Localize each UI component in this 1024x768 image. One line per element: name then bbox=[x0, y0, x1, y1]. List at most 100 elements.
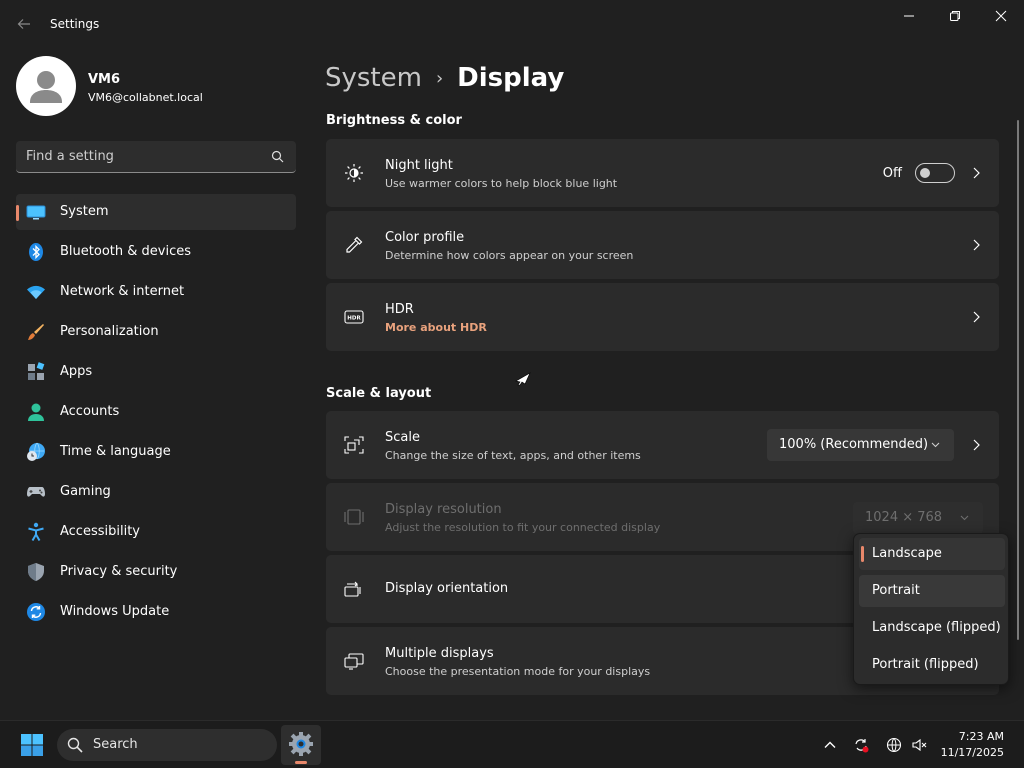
sync-icon[interactable] bbox=[853, 737, 869, 753]
breadcrumb-parent[interactable]: System bbox=[325, 63, 422, 93]
taskbar-settings-app[interactable] bbox=[281, 725, 321, 765]
resolution-select: 1024 × 768 bbox=[853, 502, 983, 534]
night-light-card[interactable]: Night light Use warmer colors to help bl… bbox=[326, 139, 999, 207]
night-light-state: Off bbox=[882, 166, 902, 181]
person-icon bbox=[28, 403, 44, 421]
toggle-knob bbox=[920, 168, 930, 178]
page-title: Display bbox=[457, 63, 565, 93]
sidebar-item-windows-update[interactable]: Windows Update bbox=[16, 594, 296, 630]
search-input[interactable] bbox=[16, 141, 266, 171]
option-label: Landscape (flipped) bbox=[872, 620, 1001, 635]
scale-title: Scale bbox=[385, 430, 420, 445]
close-button[interactable] bbox=[978, 0, 1024, 32]
multiple-displays-subtitle: Choose the presentation mode for your di… bbox=[385, 665, 651, 678]
night-light-subtitle: Use warmer colors to help block blue lig… bbox=[385, 177, 618, 190]
globe-clock-icon bbox=[27, 442, 45, 461]
hdr-card[interactable]: HDR HDR More about HDR bbox=[326, 283, 999, 351]
sidebar-item-label: Bluetooth & devices bbox=[60, 244, 191, 259]
settings-search[interactable] bbox=[16, 141, 296, 173]
accessibility-icon bbox=[28, 522, 44, 542]
multiple-displays-icon bbox=[344, 653, 364, 670]
night-light-toggle[interactable] bbox=[915, 163, 955, 183]
restore-button[interactable] bbox=[932, 0, 978, 32]
option-label: Landscape bbox=[872, 546, 942, 561]
search-icon bbox=[271, 150, 284, 163]
chevron-up-icon[interactable] bbox=[822, 737, 838, 753]
search-icon bbox=[67, 737, 83, 753]
sidebar-item-accounts[interactable]: Accounts bbox=[16, 394, 296, 430]
clock-time: 7:23 AM bbox=[958, 730, 1004, 743]
resolution-icon bbox=[344, 509, 364, 525]
sidebar-item-label: Windows Update bbox=[60, 604, 170, 619]
wifi-icon bbox=[27, 285, 45, 299]
scale-icon bbox=[344, 436, 364, 454]
sidebar-item-system[interactable]: System bbox=[16, 194, 296, 230]
sidebar-nav: System Bluetooth & devices Network & int… bbox=[16, 194, 296, 634]
network-globe-icon[interactable] bbox=[886, 737, 902, 753]
brush-icon bbox=[28, 324, 44, 340]
sidebar-item-label: Accessibility bbox=[60, 524, 140, 539]
scale-select[interactable]: 100% (Recommended) bbox=[767, 429, 954, 461]
arrow-left-icon bbox=[17, 19, 30, 29]
color-profile-subtitle: Determine how colors appear on your scre… bbox=[385, 249, 634, 262]
scale-value: 100% (Recommended) bbox=[779, 437, 929, 452]
system-clock[interactable]: 7:23 AM 11/17/2025 bbox=[941, 729, 1004, 761]
sidebar-item-accessibility[interactable]: Accessibility bbox=[16, 514, 296, 550]
shield-icon bbox=[28, 563, 44, 581]
night-light-icon bbox=[345, 164, 363, 182]
sidebar-item-label: Privacy & security bbox=[60, 564, 178, 579]
chevron-right-icon[interactable] bbox=[971, 166, 981, 180]
sidebar-item-label: Apps bbox=[60, 364, 93, 379]
apps-icon bbox=[28, 362, 45, 380]
sidebar-item-label: Gaming bbox=[60, 484, 111, 499]
sidebar-item-network[interactable]: Network & internet bbox=[16, 274, 296, 310]
active-app-indicator bbox=[295, 761, 307, 764]
option-label: Portrait (flipped) bbox=[872, 657, 979, 672]
night-light-title: Night light bbox=[385, 158, 453, 173]
avatar bbox=[16, 56, 76, 116]
hdr-more-link[interactable]: More about HDR bbox=[385, 321, 487, 334]
sidebar-item-label: System bbox=[60, 204, 109, 219]
user-email: VM6@collabnet.local bbox=[88, 91, 203, 104]
sidebar-item-personalization[interactable]: Personalization bbox=[16, 314, 296, 350]
sidebar-item-privacy[interactable]: Privacy & security bbox=[16, 554, 296, 590]
taskbar-search[interactable]: Search bbox=[57, 729, 277, 761]
windows-start-icon[interactable] bbox=[20, 733, 44, 757]
sidebar-item-label: Network & internet bbox=[60, 284, 185, 299]
sidebar-item-apps[interactable]: Apps bbox=[16, 354, 296, 390]
chevron-down-icon bbox=[931, 442, 940, 448]
volume-muted-icon[interactable] bbox=[911, 737, 927, 753]
hdr-icon: HDR bbox=[344, 310, 364, 324]
orientation-option-portrait-flipped[interactable]: Portrait (flipped) bbox=[859, 649, 1005, 681]
display-orientation-title: Display orientation bbox=[385, 581, 509, 596]
sidebar-item-gaming[interactable]: Gaming bbox=[16, 474, 296, 510]
display-resolution-title: Display resolution bbox=[385, 502, 502, 517]
sidebar-item-bluetooth[interactable]: Bluetooth & devices bbox=[16, 234, 296, 270]
minimize-icon bbox=[904, 15, 914, 17]
restore-icon bbox=[950, 11, 960, 21]
app-title: Settings bbox=[50, 17, 100, 31]
scrollbar[interactable] bbox=[1017, 120, 1019, 640]
display-resolution-subtitle: Adjust the resolution to fit your connec… bbox=[385, 521, 661, 534]
minimize-button[interactable] bbox=[886, 0, 932, 32]
settings-window: Settings VM6 VM6@collabnet.local System bbox=[0, 0, 1024, 720]
multiple-displays-title: Multiple displays bbox=[385, 646, 494, 661]
color-profile-title: Color profile bbox=[385, 230, 465, 245]
back-button[interactable] bbox=[12, 12, 36, 36]
chevron-right-icon[interactable] bbox=[971, 238, 981, 252]
orientation-option-landscape[interactable]: Landscape bbox=[859, 538, 1005, 570]
chevron-right-icon[interactable] bbox=[971, 438, 981, 452]
scale-card[interactable]: Scale Change the size of text, apps, and… bbox=[326, 411, 999, 479]
hdr-title: HDR bbox=[385, 302, 414, 317]
eyedropper-icon bbox=[346, 236, 363, 253]
close-icon bbox=[995, 10, 1007, 22]
person-silhouette-icon bbox=[30, 71, 62, 103]
svg-text:HDR: HDR bbox=[347, 316, 361, 322]
taskbar-search-label: Search bbox=[93, 737, 138, 752]
section-title-scale: Scale & layout bbox=[326, 386, 432, 401]
sidebar-item-time-language[interactable]: Time & language bbox=[16, 434, 296, 470]
chevron-right-icon[interactable] bbox=[971, 310, 981, 324]
orientation-option-landscape-flipped[interactable]: Landscape (flipped) bbox=[859, 612, 1005, 644]
orientation-option-portrait[interactable]: Portrait bbox=[859, 575, 1005, 607]
color-profile-card[interactable]: Color profile Determine how colors appea… bbox=[326, 211, 999, 279]
